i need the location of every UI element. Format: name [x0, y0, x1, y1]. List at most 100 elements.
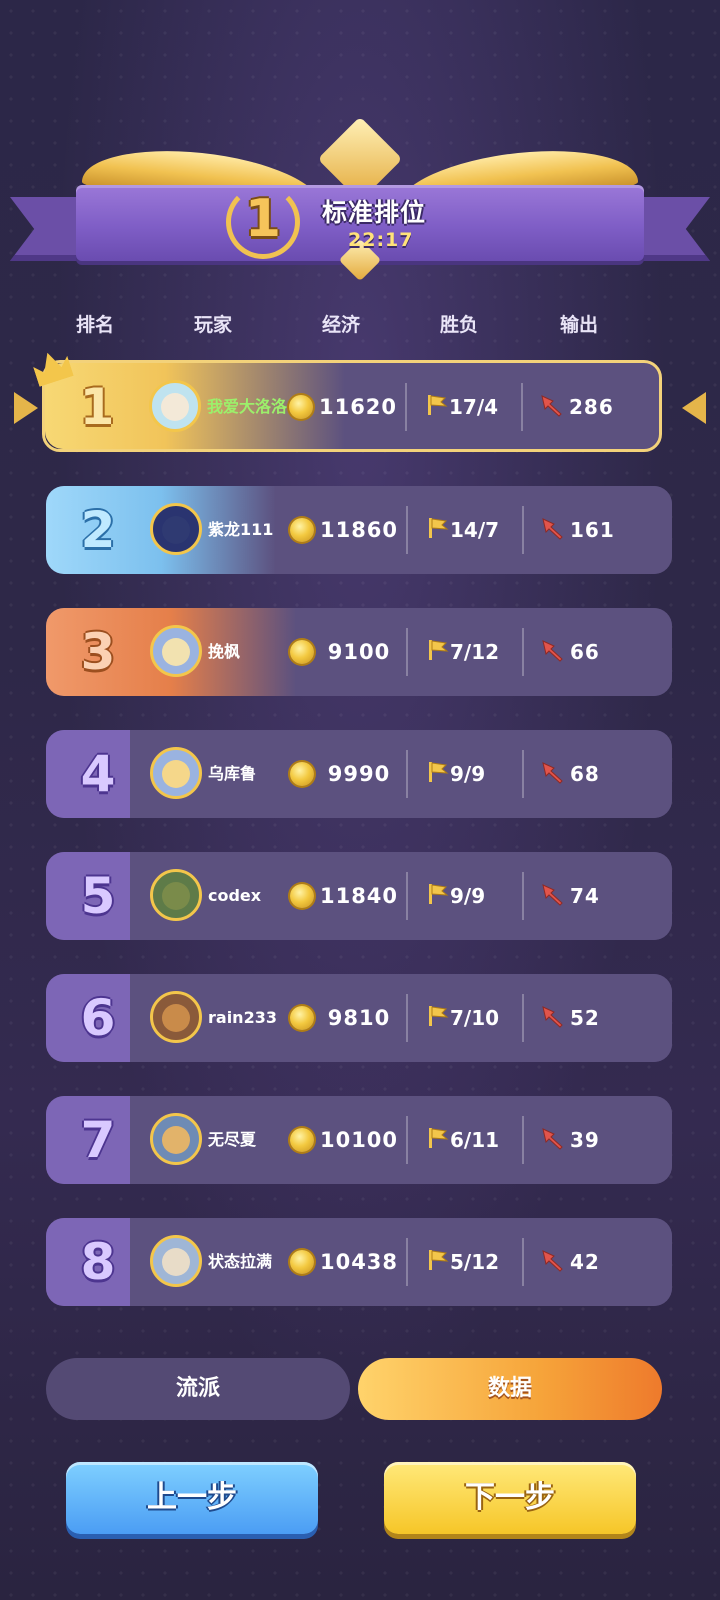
divider — [405, 383, 407, 431]
rank-banner: 1 标准排位 22:17 — [0, 116, 720, 285]
flag-icon — [429, 640, 449, 660]
flag-icon — [429, 884, 449, 904]
avatar[interactable] — [150, 625, 202, 677]
damage-value: 68 — [570, 762, 600, 786]
divider — [406, 1116, 408, 1164]
ranking-row[interactable]: 2 紫龙111 11860 14/7 161 — [46, 486, 672, 574]
win-loss-value: 9/9 — [450, 762, 486, 786]
avatar[interactable] — [150, 747, 202, 799]
prev-step-button[interactable]: 上一步 — [66, 1462, 318, 1534]
avatar-face-icon — [162, 638, 190, 666]
rank-number: 3 — [80, 623, 116, 681]
divider — [406, 994, 408, 1042]
rank-number: 4 — [80, 745, 116, 803]
damage-icon — [542, 1128, 563, 1150]
damage-value: 52 — [570, 1006, 600, 1030]
win-loss-value: 14/7 — [450, 518, 500, 542]
tab-build[interactable]: 流派 — [46, 1358, 350, 1420]
win-loss-value: 7/12 — [450, 640, 500, 664]
divider — [522, 750, 524, 798]
ranking-row[interactable]: 3 挽枫 9100 7/12 66 — [46, 608, 672, 696]
rank-number: 8 — [80, 1233, 116, 1291]
damage-value: 66 — [570, 640, 600, 664]
player-name: 我爱大洛洛 — [207, 397, 288, 416]
column-header-player: 玩家 — [193, 314, 232, 336]
highlight-arrow-right-icon — [682, 392, 706, 424]
win-loss-value: 5/12 — [450, 1250, 500, 1274]
win-loss-value: 9/9 — [450, 884, 486, 908]
flag-icon — [429, 1006, 449, 1026]
ranking-row[interactable]: 7 无尽夏 10100 6/11 39 — [46, 1096, 672, 1184]
avatar[interactable] — [150, 869, 202, 921]
divider — [406, 628, 408, 676]
divider — [406, 1238, 408, 1286]
avatar[interactable] — [150, 991, 202, 1043]
gold-value: 9990 — [327, 762, 391, 786]
divider — [522, 1116, 524, 1164]
column-header-gold: 经济 — [321, 314, 360, 336]
rank-number: 7 — [80, 1111, 116, 1169]
damage-icon — [541, 395, 562, 417]
coin-icon — [290, 640, 314, 664]
avatar[interactable] — [150, 503, 202, 555]
gold-value: 11860 — [319, 518, 399, 542]
column-headers: 排名 玩家 经济 胜负 输出 — [0, 310, 720, 350]
gold-value: 11840 — [319, 884, 399, 908]
coin-icon — [290, 1006, 314, 1030]
coin-icon — [290, 1128, 314, 1152]
flag-icon — [429, 1128, 449, 1148]
avatar[interactable] — [149, 380, 201, 432]
gold-value: 9810 — [327, 1006, 391, 1030]
ranking-row[interactable]: 1 我爱大洛洛 11620 17/4 286 — [42, 360, 662, 452]
damage-icon — [542, 640, 563, 662]
win-loss-value: 17/4 — [449, 395, 499, 419]
ranking-row[interactable]: 6 rain233 9810 7/10 52 — [46, 974, 672, 1062]
column-header-rank: 排名 — [75, 314, 114, 336]
damage-value: 74 — [570, 884, 600, 908]
damage-icon — [542, 1250, 563, 1272]
divider — [406, 750, 408, 798]
divider — [522, 506, 524, 554]
avatar-face-icon — [162, 1248, 190, 1276]
damage-icon — [542, 762, 563, 784]
divider — [522, 1238, 524, 1286]
final-rank: 1 — [244, 189, 282, 249]
win-loss-value: 6/11 — [450, 1128, 500, 1152]
flag-icon — [429, 1250, 449, 1270]
rank-number: 1 — [79, 378, 115, 436]
next-step-button[interactable]: 下一步 — [384, 1462, 636, 1534]
divider — [406, 506, 408, 554]
rank-number: 6 — [80, 989, 116, 1047]
coin-icon — [290, 884, 314, 908]
avatar[interactable] — [150, 1235, 202, 1287]
rank-number: 5 — [80, 867, 116, 925]
gold-value: 10100 — [319, 1128, 399, 1152]
gold-value: 9100 — [327, 640, 391, 664]
ranking-row[interactable]: 4 乌库鲁 9990 9/9 68 — [46, 730, 672, 818]
tab-data[interactable]: 数据 — [358, 1358, 662, 1420]
avatar-face-icon — [162, 882, 190, 910]
rank-number: 2 — [80, 501, 116, 559]
avatar-face-icon — [162, 516, 190, 544]
damage-value: 286 — [569, 395, 614, 419]
gold-value: 11620 — [318, 395, 398, 419]
divider — [522, 994, 524, 1042]
avatar[interactable] — [150, 1113, 202, 1165]
ranking-row[interactable]: 5 codex 11840 9/9 74 — [46, 852, 672, 940]
damage-value: 161 — [570, 518, 615, 542]
ranking-row[interactable]: 8 状态拉满 10438 5/12 42 — [46, 1218, 672, 1306]
column-header-damage: 输出 — [559, 314, 598, 336]
avatar-face-icon — [162, 1004, 190, 1032]
damage-icon — [542, 1006, 563, 1028]
gold-value: 10438 — [319, 1250, 399, 1274]
mode-title: 标准排位 — [322, 198, 427, 227]
flag-icon — [429, 518, 449, 538]
flag-icon — [428, 395, 448, 415]
coin-icon — [290, 762, 314, 786]
damage-icon — [542, 884, 563, 906]
coin-icon — [290, 1250, 314, 1274]
avatar-face-icon — [162, 1126, 190, 1154]
damage-value: 39 — [570, 1128, 600, 1152]
avatar-face-icon — [161, 393, 189, 421]
match-time: 22:17 — [348, 229, 414, 251]
